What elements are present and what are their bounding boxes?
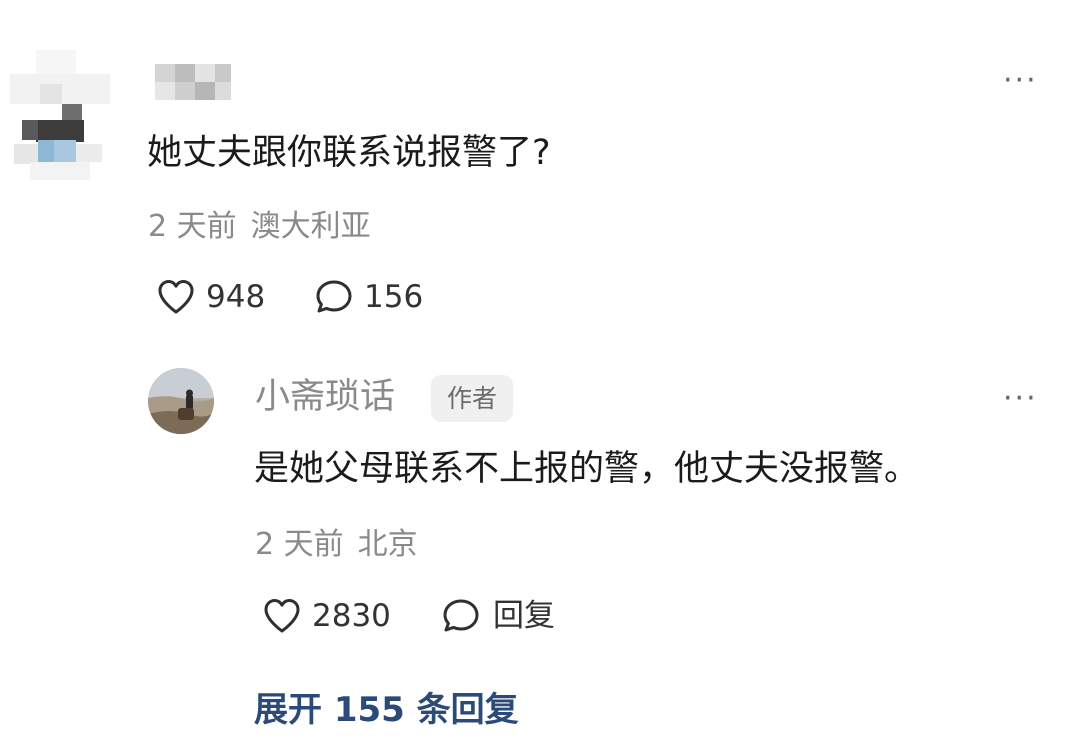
reply-meta: 2 天前 北京 (255, 530, 432, 560)
comment-more-icon[interactable]: ··· (1003, 66, 1038, 96)
reply-reply-label: 回复 (493, 597, 555, 634)
comment-location: 澳大利亚 (250, 209, 371, 244)
speech-bubble-icon (316, 280, 352, 313)
comment-time: 2 天前 (148, 209, 237, 244)
reply-text: 是她父母联系不上报的警，他丈夫没报警。 (254, 449, 920, 489)
comment-like-button[interactable]: 948 (156, 278, 265, 316)
expand-replies-link[interactable]: 展开 155 条回复 (254, 693, 519, 727)
avatar[interactable] (0, 40, 130, 180)
comment-meta: 2 天前 澳大利亚 (148, 212, 385, 242)
avatar-photo (148, 368, 214, 434)
comment-reply-count: 156 (364, 278, 424, 315)
reply-username[interactable]: 小斋琐话 (255, 380, 395, 415)
comment-text: 她丈夫跟你联系说报警了? (147, 133, 551, 173)
reply-reply-button[interactable]: 回复 (441, 597, 555, 635)
heart-outline-icon (158, 280, 194, 314)
heart-outline-icon (264, 599, 300, 633)
comment-username[interactable] (155, 64, 231, 100)
reply-like-button[interactable]: 2830 (262, 597, 391, 635)
speech-bubble-icon (443, 599, 479, 632)
reply-like-count: 2830 (312, 597, 391, 634)
author-badge: 作者 (431, 375, 514, 422)
reply-avatar[interactable] (148, 368, 214, 434)
comment-like-count: 948 (206, 278, 266, 315)
reply-more-icon[interactable]: ··· (1003, 384, 1038, 414)
comment-reply-button[interactable]: 156 (314, 278, 423, 316)
reply-time: 2 天前 (255, 527, 344, 562)
reply-location: 北京 (357, 527, 418, 562)
